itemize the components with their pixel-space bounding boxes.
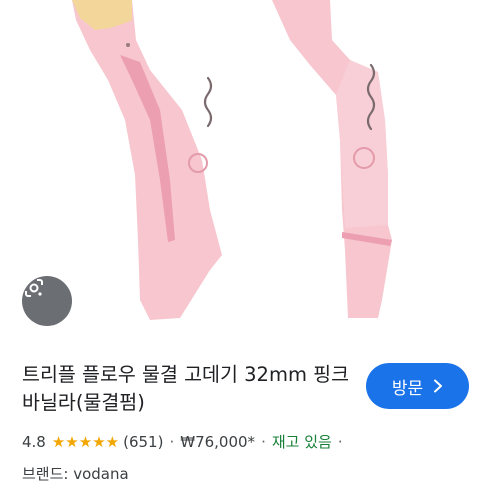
star-rating-icon: ★★★★★	[51, 432, 120, 451]
separator-dot: ·	[169, 432, 175, 451]
chevron-right-icon	[434, 379, 443, 393]
separator-dot: ·	[261, 432, 266, 451]
review-count[interactable]: (651)	[123, 433, 163, 451]
right-curler-handle	[336, 60, 388, 228]
product-info-panel: 트리플 플로우 물결 고데기 32mm 핑크바닐라(물결펌) 방문 4.8 ★★…	[0, 345, 490, 490]
stock-status: 재고 있음	[271, 433, 332, 451]
google-lens-button[interactable]	[22, 276, 72, 326]
left-wave-mark	[203, 76, 213, 128]
left-curler-body	[72, 0, 222, 320]
brand-label: 브랜드: vodana	[22, 465, 129, 483]
product-meta-row: 4.8 ★★★★★ (651) · ₩76,000* · 재고 있음 ·	[22, 431, 349, 452]
visit-button-label: 방문	[391, 378, 424, 399]
product-image	[72, 0, 392, 320]
google-lens-icon	[25, 279, 43, 297]
separator-dot: ·	[337, 432, 343, 451]
product-title[interactable]: 트리플 플로우 물결 고데기 32mm 핑크바닐라(물결펌)	[22, 361, 352, 417]
rating-value: 4.8	[22, 432, 46, 451]
visit-button[interactable]: 방문	[366, 363, 469, 409]
price: ₩76,000*	[180, 432, 256, 451]
product-image-area[interactable]	[0, 0, 490, 345]
